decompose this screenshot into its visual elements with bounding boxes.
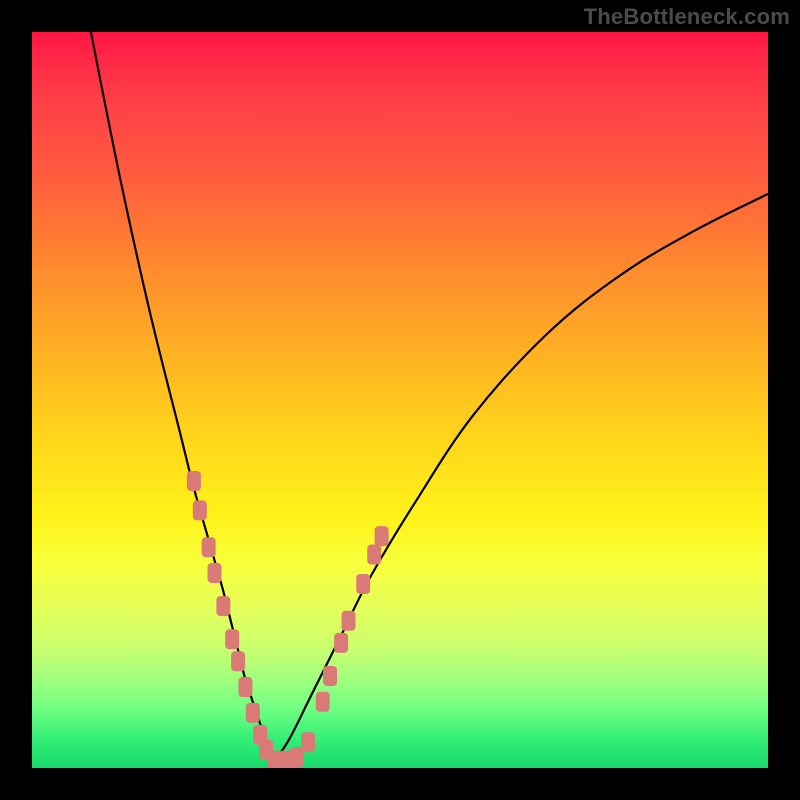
curves-layer — [32, 32, 768, 768]
marker-14 — [301, 732, 315, 752]
marker-16 — [323, 666, 337, 686]
marker-8 — [246, 703, 260, 723]
marker-18 — [341, 611, 355, 631]
marker-21 — [375, 526, 389, 546]
marker-6 — [231, 651, 245, 671]
marker-3 — [208, 563, 222, 583]
data-markers — [187, 471, 389, 768]
curve-right-branch — [275, 194, 768, 761]
watermark-label: TheBottleneck.com — [584, 4, 790, 30]
curve-left-branch — [91, 32, 275, 761]
marker-7 — [238, 677, 252, 697]
marker-2 — [202, 537, 216, 557]
bottleneck-curve — [91, 32, 768, 761]
marker-17 — [334, 633, 348, 653]
marker-1 — [193, 500, 207, 520]
marker-15 — [316, 692, 330, 712]
plot-area — [32, 32, 768, 768]
marker-20 — [367, 545, 381, 565]
marker-19 — [356, 574, 370, 594]
marker-4 — [216, 596, 230, 616]
chart-frame: TheBottleneck.com — [0, 0, 800, 800]
marker-5 — [225, 629, 239, 649]
marker-0 — [187, 471, 201, 491]
